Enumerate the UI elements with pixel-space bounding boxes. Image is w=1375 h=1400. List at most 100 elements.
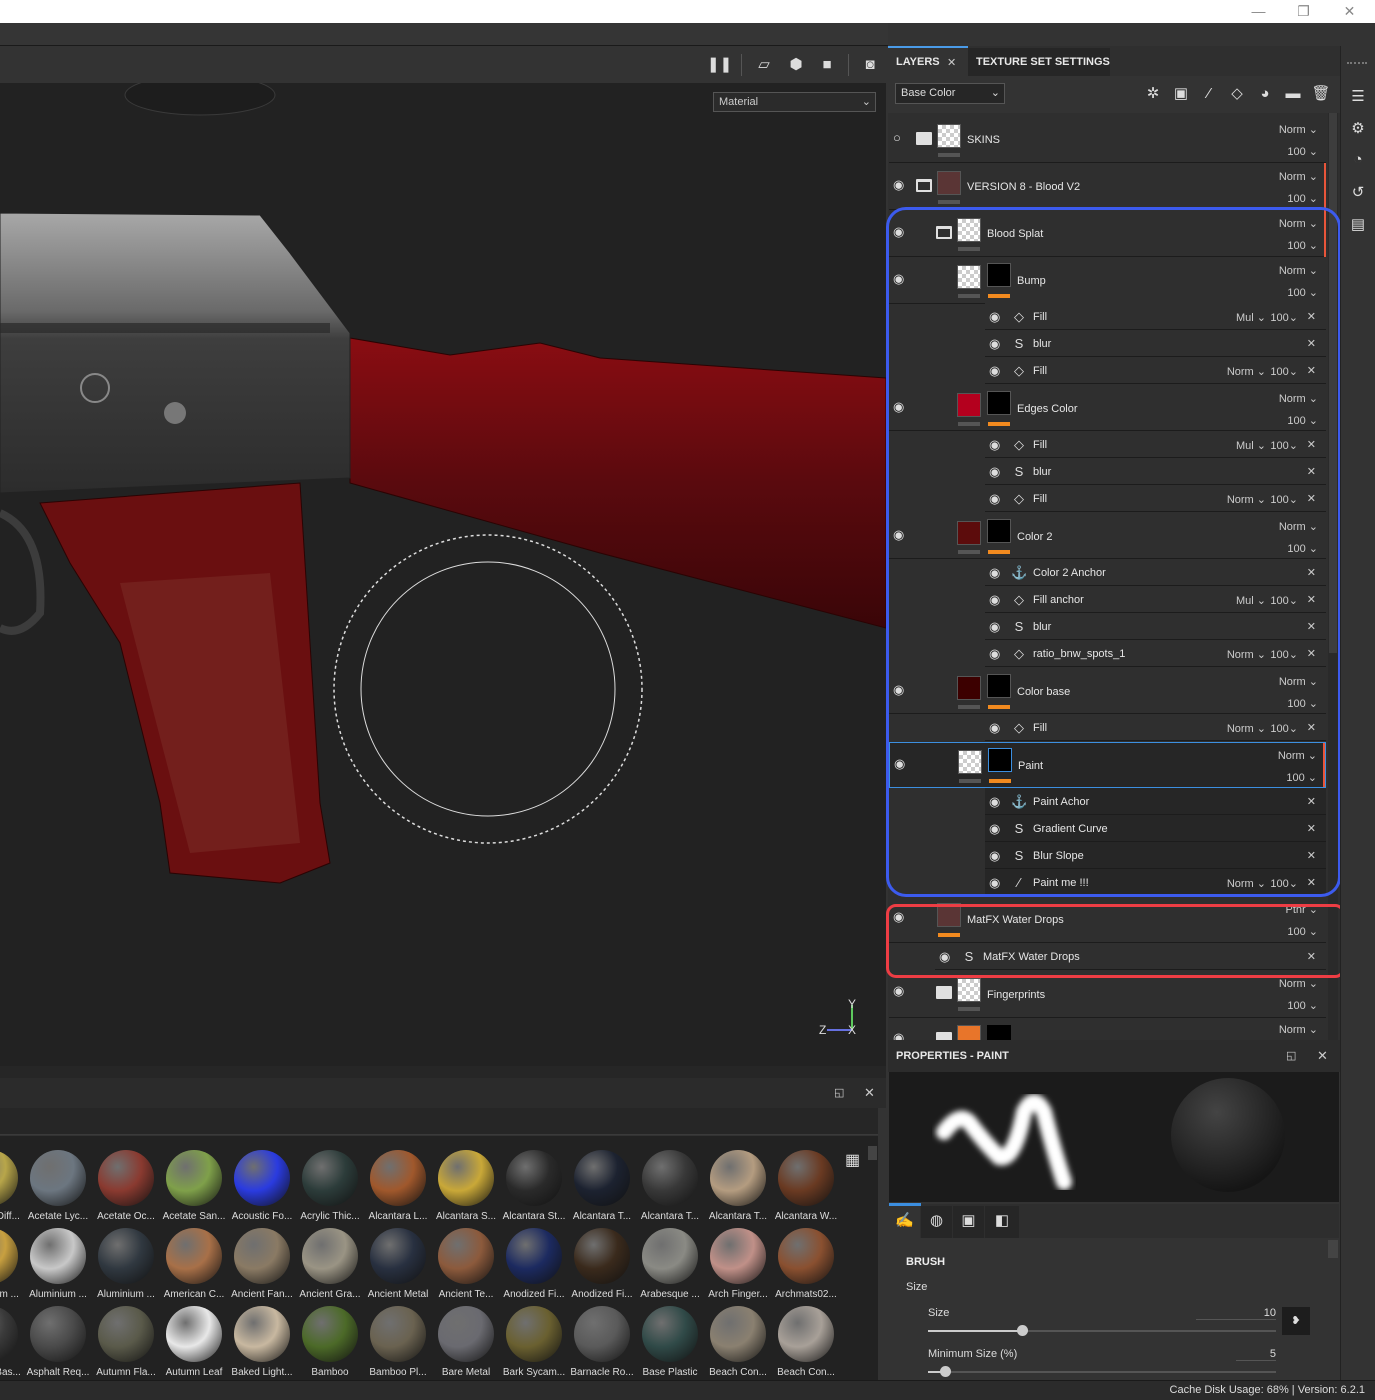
close-properties-icon[interactable]: ✕ xyxy=(1317,1048,1328,1064)
min-size-value-field[interactable]: 5 xyxy=(1236,1348,1276,1361)
blend-mode-select[interactable]: Norm ⌄ xyxy=(1279,977,1318,990)
eye-icon[interactable]: ◉ xyxy=(989,364,1007,377)
blend-mode-select[interactable]: Norm ⌄ xyxy=(1279,123,1318,136)
effect-opacity[interactable]: 100⌄ xyxy=(1270,493,1298,506)
eye-icon[interactable]: ◉ xyxy=(893,1031,911,1040)
material-item[interactable]: Acrylic Thic... xyxy=(296,1150,364,1222)
material-item[interactable]: Acoustic Fo... xyxy=(228,1150,296,1222)
shelf-scrollbar[interactable] xyxy=(868,1146,877,1160)
mask-thumbnail[interactable] xyxy=(987,1025,1011,1040)
eye-icon[interactable]: ◉ xyxy=(939,950,957,963)
material-item[interactable]: Aluminium ... xyxy=(0,1228,24,1300)
material-item[interactable]: Acetate Lyc... xyxy=(24,1150,92,1222)
opacity-select[interactable]: 100 ⌄ xyxy=(1287,542,1318,555)
eye-icon[interactable]: ◉ xyxy=(893,400,911,413)
material-item[interactable]: Alcantara St... xyxy=(500,1150,568,1222)
size-slider-knob[interactable] xyxy=(1016,1325,1028,1336)
material-item[interactable]: Arch Finger... xyxy=(704,1228,772,1300)
blend-mode-select[interactable]: Pthr ⌄ xyxy=(1286,903,1318,916)
effect-row[interactable]: ◉ ⚓ Color 2 Anchor ✕ xyxy=(985,559,1326,586)
eye-icon[interactable]: ◉ xyxy=(893,225,911,238)
effect-opacity[interactable]: 100⌄ xyxy=(1270,439,1298,452)
opacity-select[interactable]: 100 ⌄ xyxy=(1286,771,1317,784)
eye-icon[interactable]: ◉ xyxy=(989,566,1007,579)
effect-row[interactable]: ◉ S blur ✕ xyxy=(985,613,1326,640)
remove-effect-icon[interactable]: ✕ xyxy=(1307,721,1316,734)
effect-row[interactable]: ◉ ◇ Fill Mul ⌄ 100⌄ ✕ xyxy=(985,431,1326,458)
blend-mode-select[interactable]: Norm ⌄ xyxy=(1279,392,1318,405)
layer-row[interactable]: ○ SKINS Norm ⌄ 100 ⌄ xyxy=(889,116,1326,163)
eye-icon[interactable]: ◉ xyxy=(893,910,911,923)
remove-effect-icon[interactable]: ✕ xyxy=(1307,492,1316,505)
effect-row[interactable]: ◉ S Gradient Curve ✕ xyxy=(985,815,1326,842)
opacity-select[interactable]: 100 ⌄ xyxy=(1287,999,1318,1012)
effect-blend[interactable]: Norm ⌄ xyxy=(1227,493,1266,506)
material-tab-icon[interactable]: ◧ xyxy=(985,1206,1019,1238)
remove-effect-icon[interactable]: ✕ xyxy=(1307,620,1316,633)
viewport-mode-select[interactable]: Material ⌄ xyxy=(713,92,876,112)
close-tab-icon[interactable]: ✕ xyxy=(947,56,956,69)
pause-icon[interactable]: ❚❚ xyxy=(707,54,732,76)
mask-thumbnail[interactable] xyxy=(987,263,1011,287)
screenshot-icon[interactable]: ◙ xyxy=(858,54,882,76)
material-item[interactable]: Beach Con... xyxy=(772,1306,840,1378)
remove-effect-icon[interactable]: ✕ xyxy=(1307,465,1316,478)
material-item[interactable]: Bark Sycam... xyxy=(500,1306,568,1378)
effect-blend[interactable]: Norm ⌄ xyxy=(1227,877,1266,890)
remove-effect-icon[interactable]: ✕ xyxy=(1307,310,1316,323)
add-fill-layer-icon[interactable]: ▣ xyxy=(1171,84,1191,104)
material-item[interactable]: Arabesque ... xyxy=(636,1228,704,1300)
blend-mode-select[interactable]: Norm ⌄ xyxy=(1279,1023,1318,1036)
remove-effect-icon[interactable]: ✕ xyxy=(1307,593,1316,606)
eye-icon[interactable]: ◉ xyxy=(893,528,911,541)
opacity-select[interactable]: 100 ⌄ xyxy=(1287,925,1318,938)
log-icon[interactable]: ▤ xyxy=(1348,215,1368,235)
effect-row[interactable]: ◉ ◇ Fill anchor Mul ⌄ 100⌄ ✕ xyxy=(985,586,1326,613)
layer-row[interactable]: ◉ Bump Norm ⌄ 100 ⌄ xyxy=(889,257,1326,304)
material-item[interactable]: Alcantara T... xyxy=(636,1150,704,1222)
material-item[interactable]: Ancient Te... xyxy=(432,1228,500,1300)
effect-row[interactable]: ◉ S MatFX Water Drops ✕ xyxy=(935,943,1326,970)
material-item[interactable]: Baked Light... xyxy=(228,1306,296,1378)
magic-wand-icon[interactable]: ✲ xyxy=(1143,84,1163,104)
effect-row[interactable]: ◉ ◇ Fill Mul ⌄ 100⌄ ✕ xyxy=(985,303,1326,330)
remove-effect-icon[interactable]: ✕ xyxy=(1307,337,1316,350)
layer-row-selected[interactable]: ◉ Paint Norm ⌄ 100 ⌄ xyxy=(889,742,1326,788)
material-item[interactable]: Anodized Fi... xyxy=(568,1228,636,1300)
material-item[interactable]: Acetate Diff... xyxy=(0,1150,24,1222)
eye-icon[interactable]: ◉ xyxy=(989,795,1007,808)
layers-scrollbar-thumb[interactable] xyxy=(1329,113,1337,653)
mask-thumbnail[interactable] xyxy=(987,519,1011,543)
3d-viewport[interactable] xyxy=(0,83,886,1066)
material-item[interactable]: Alcantara L... xyxy=(364,1150,432,1222)
material-item[interactable]: Bamboo Pl... xyxy=(364,1306,432,1378)
layer-row[interactable]: ◉ Color base Norm ⌄ 100 ⌄ xyxy=(889,668,1326,714)
material-item[interactable]: Bamboo xyxy=(296,1306,364,1378)
opacity-select[interactable]: 100 ⌄ xyxy=(1287,239,1318,252)
material-item[interactable]: American C... xyxy=(160,1228,228,1300)
material-item[interactable]: Anodized Fi... xyxy=(500,1228,568,1300)
eye-icon[interactable]: ◉ xyxy=(989,876,1007,889)
mask-thumbnail[interactable] xyxy=(987,674,1011,698)
effect-blend[interactable]: Norm ⌄ xyxy=(1227,722,1266,735)
effect-blend[interactable]: Mul ⌄ xyxy=(1236,439,1266,452)
shader-settings-icon[interactable]: ◔ xyxy=(1348,151,1368,171)
material-item[interactable]: Alcantara W... xyxy=(772,1150,840,1222)
effect-opacity[interactable]: 100⌄ xyxy=(1270,594,1298,607)
material-item[interactable]: Aluminium ... xyxy=(92,1228,160,1300)
effect-blend[interactable]: Mul ⌄ xyxy=(1236,311,1266,324)
paint-brush-icon[interactable]: ⁄ xyxy=(1199,84,1219,104)
material-item[interactable]: Asphalt Req... xyxy=(24,1306,92,1378)
close-window-button[interactable]: ✕ xyxy=(1327,0,1372,23)
effect-opacity[interactable]: 100⌄ xyxy=(1270,365,1298,378)
effect-blend[interactable]: Norm ⌄ xyxy=(1227,648,1266,661)
close-shelf-icon[interactable]: ✕ xyxy=(864,1085,875,1101)
material-item[interactable]: Autumn Leaf xyxy=(160,1306,228,1378)
material-item[interactable]: Base Plastic xyxy=(636,1306,704,1378)
cube-icon[interactable]: ⬢ xyxy=(784,54,808,76)
history-icon[interactable]: ↺ xyxy=(1348,183,1368,203)
eye-icon[interactable]: ◉ xyxy=(989,721,1007,734)
material-item[interactable]: Alcantara T... xyxy=(568,1150,636,1222)
material-item[interactable]: Ancient Metal xyxy=(364,1228,432,1300)
shelf-search-bar[interactable] xyxy=(0,1108,878,1135)
